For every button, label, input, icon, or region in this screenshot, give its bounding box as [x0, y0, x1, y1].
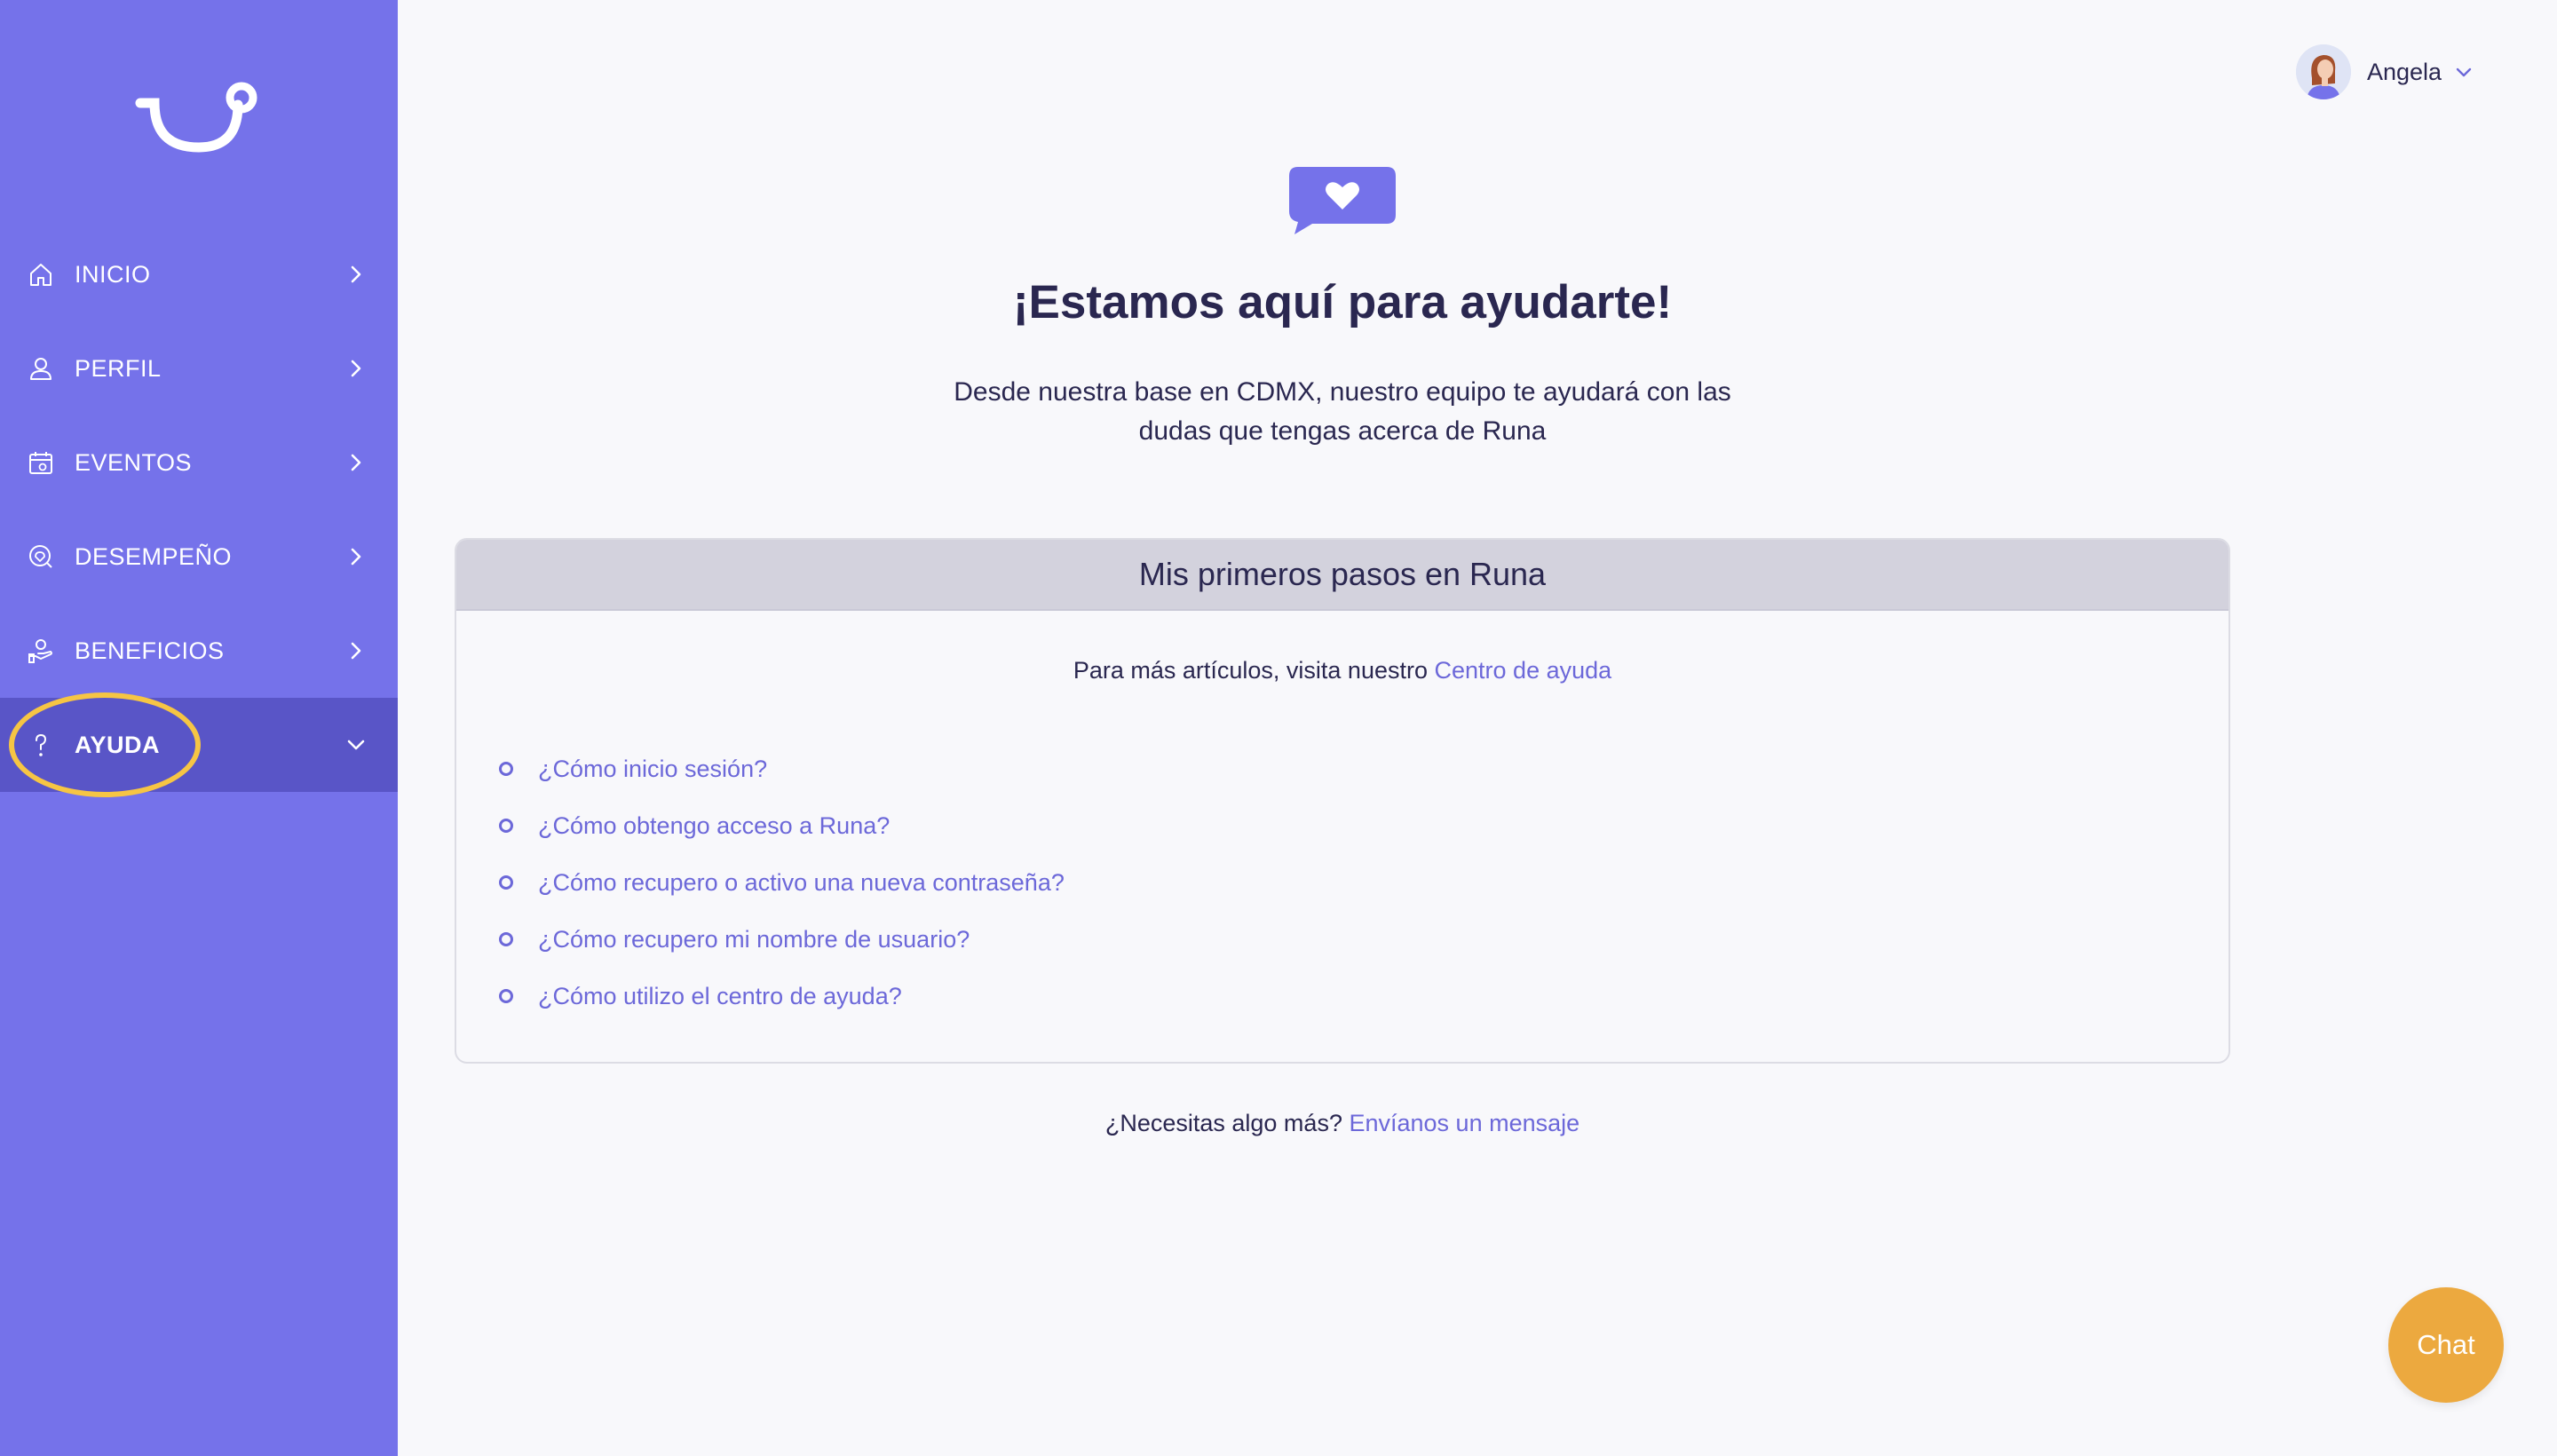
- chevron-down-icon: [347, 740, 365, 750]
- bullet-icon: [499, 762, 513, 776]
- send-message-link[interactable]: Envíanos un mensaje: [1349, 1110, 1579, 1136]
- chevron-right-icon: [351, 265, 361, 283]
- bullet-icon: [499, 819, 513, 833]
- bullet-icon: [499, 875, 513, 890]
- sidebar-item-inicio[interactable]: INICIO: [0, 227, 398, 321]
- first-steps-card: Mis primeros pasos en Runa Para más artí…: [455, 538, 2230, 1064]
- faq-link[interactable]: ¿Cómo recupero o activo una nueva contra…: [538, 869, 1065, 897]
- avatar: [2296, 44, 2351, 99]
- sidebar-item-beneficios[interactable]: BENEFICIOS: [0, 604, 398, 698]
- sidebar-item-label: DESEMPEÑO: [75, 542, 233, 570]
- faq-item[interactable]: ¿Cómo inicio sesión?: [499, 740, 1065, 797]
- faq-link[interactable]: ¿Cómo inicio sesión?: [538, 756, 767, 783]
- card-header: Mis primeros pasos en Runa: [456, 540, 2228, 611]
- page-subtitle: Desde nuestra base en CDMX, nuestro equi…: [954, 377, 1731, 446]
- sidebar-item-label: AYUDA: [75, 731, 161, 758]
- chat-button[interactable]: Chat: [2388, 1287, 2504, 1403]
- chevron-right-icon: [351, 548, 361, 566]
- home-icon: [27, 260, 55, 289]
- help-center-link[interactable]: Centro de ayuda: [1435, 657, 1612, 684]
- sidebar-item-label: PERFIL: [75, 354, 162, 382]
- sidebar-item-eventos[interactable]: EVENTOS: [0, 415, 398, 510]
- sidebar-item-perfil[interactable]: PERFIL: [0, 321, 398, 415]
- footer-text: ¿Necesitas algo más?: [1104, 1110, 1342, 1136]
- sidebar: INICIO PERFIL EVENTOS DESEMPEÑO BENEFICI…: [0, 0, 398, 1456]
- user-menu[interactable]: Angela: [2296, 44, 2474, 99]
- faq-link[interactable]: ¿Cómo obtengo acceso a Runa?: [538, 812, 890, 840]
- question-icon: [27, 731, 55, 759]
- faq-list: ¿Cómo inicio sesión? ¿Cómo obtengo acces…: [499, 740, 1065, 1025]
- bullet-icon: [499, 989, 513, 1003]
- faq-item[interactable]: ¿Cómo recupero mi nombre de usuario?: [499, 911, 1065, 968]
- chevron-right-icon: [351, 642, 361, 660]
- sidebar-item-ayuda[interactable]: AYUDA: [0, 698, 398, 792]
- runa-logo-icon[interactable]: [133, 76, 266, 165]
- chevron-right-icon: [351, 454, 361, 471]
- benefits-icon: [27, 637, 55, 665]
- sidebar-item-label: EVENTOS: [75, 448, 193, 476]
- calendar-icon: [27, 448, 55, 477]
- footer-line: ¿Necesitas algo más? Envíanos un mensaje: [398, 1110, 2287, 1137]
- faq-link[interactable]: ¿Cómo utilizo el centro de ayuda?: [538, 983, 902, 1010]
- card-intro-text: Para más artículos, visita nuestro: [1073, 657, 1428, 684]
- heart-chat-bubble-icon: [1289, 167, 1396, 234]
- user-name: Angela: [2367, 58, 2442, 85]
- bullet-icon: [499, 932, 513, 946]
- faq-item[interactable]: ¿Cómo obtengo acceso a Runa?: [499, 797, 1065, 854]
- faq-item[interactable]: ¿Cómo utilizo el centro de ayuda?: [499, 968, 1065, 1025]
- card-intro: Para más artículos, visita nuestro Centr…: [456, 657, 2228, 684]
- faq-link[interactable]: ¿Cómo recupero mi nombre de usuario?: [538, 926, 970, 954]
- sidebar-item-label: BENEFICIOS: [75, 637, 225, 664]
- sidebar-item-label: INICIO: [75, 260, 151, 288]
- chevron-down-icon: [2456, 67, 2472, 77]
- sidebar-item-desempeno[interactable]: DESEMPEÑO: [0, 510, 398, 604]
- performance-icon: [27, 542, 55, 571]
- chevron-right-icon: [351, 360, 361, 377]
- faq-item[interactable]: ¿Cómo recupero o activo una nueva contra…: [499, 854, 1065, 911]
- user-icon: [27, 354, 55, 383]
- page-title: ¡Estamos aquí para ayudarte!: [1012, 276, 1673, 328]
